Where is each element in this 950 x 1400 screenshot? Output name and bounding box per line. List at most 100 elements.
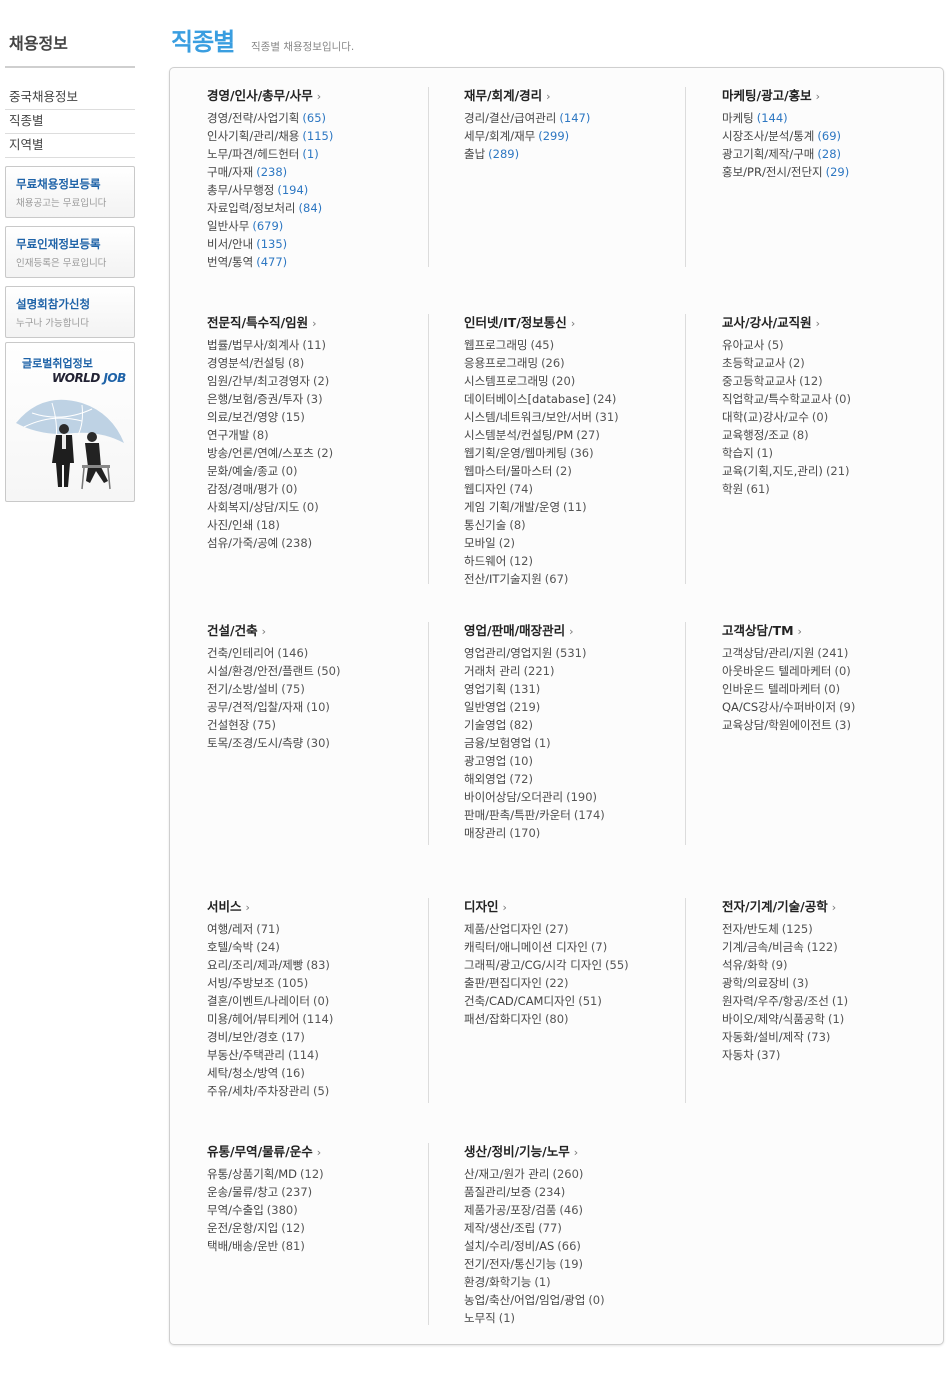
subcategory-link[interactable]: 영업관리/영업지원 (531) [464, 644, 685, 662]
subcategory-link[interactable]: 교육상담/학원에이전트 (3) [722, 716, 922, 734]
subcategory-link[interactable]: 농업/축산/어업/임업/광업 (0) [464, 1291, 686, 1309]
subcategory-link[interactable]: 법률/법무사/회계사 (11) [207, 336, 428, 354]
subcategory-link[interactable]: 인바운드 텔레마케터 (0) [722, 680, 922, 698]
subcategory-link[interactable]: 호텔/숙박 (24) [207, 938, 428, 956]
subcategory-link[interactable]: 모바일 (2) [464, 534, 685, 552]
category-heading[interactable]: 마케팅/광고/홍보 › [722, 87, 922, 109]
subcategory-link[interactable]: 경영분석/컨설팅 (8) [207, 354, 428, 372]
category-heading[interactable]: 전자/기계/기술/공학 › [722, 898, 922, 920]
category-heading[interactable]: 인터넷/IT/정보통신 › [464, 314, 685, 336]
category-heading[interactable]: 재무/회계/경리 › [464, 87, 685, 109]
world-job-banner[interactable]: 글로벌취업정보 WORLD JOB [5, 342, 135, 502]
category-heading[interactable]: 경영/인사/총무/사무 › [207, 87, 428, 109]
subcategory-link[interactable]: 시장조사/분석/통계 (69) [722, 127, 922, 145]
sidebar-item-by-occupation[interactable]: 직종별 [5, 110, 135, 134]
subcategory-link[interactable]: 대학(교)강사/교수 (0) [722, 408, 922, 426]
sidebar-item-by-region[interactable]: 지역별 [5, 134, 135, 158]
subcategory-link[interactable]: 자동차 (37) [722, 1046, 922, 1064]
subcategory-link[interactable]: 일반영업 (219) [464, 698, 685, 716]
subcategory-link[interactable]: 운전/운항/지입 (12) [207, 1219, 428, 1237]
subcategory-link[interactable]: 세무/회계/재무 (299) [464, 127, 685, 145]
category-heading[interactable]: 생산/정비/기능/노무 › [464, 1143, 686, 1165]
category-heading[interactable]: 디자인 › [464, 898, 685, 920]
subcategory-link[interactable]: 자료입력/정보처리 (84) [207, 199, 428, 217]
subcategory-link[interactable]: 초등학교교사 (2) [722, 354, 922, 372]
subcategory-link[interactable]: 석유/화학 (9) [722, 956, 922, 974]
subcategory-link[interactable]: 시스템분석/컨설팅/PM (27) [464, 426, 685, 444]
subcategory-link[interactable]: 유통/상품기획/MD (12) [207, 1165, 428, 1183]
subcategory-link[interactable]: 아웃바운드 텔레마케터 (0) [722, 662, 922, 680]
subcategory-link[interactable]: 구매/자재 (238) [207, 163, 428, 181]
subcategory-link[interactable]: 제품/산업디자인 (27) [464, 920, 685, 938]
subcategory-link[interactable]: 노무직 (1) [464, 1309, 686, 1327]
subcategory-link[interactable]: 판매/판촉/특판/카운터 (174) [464, 806, 685, 824]
subcategory-link[interactable]: 해외영업 (72) [464, 770, 685, 788]
subcategory-link[interactable]: 전산/IT기술지원 (67) [464, 570, 685, 588]
free-resume-register-button[interactable]: 무료인재정보등록 인재등록은 무료입니다 [5, 226, 135, 278]
subcategory-link[interactable]: 택배/배송/운반 (81) [207, 1237, 428, 1255]
subcategory-link[interactable]: 자동화/설비/제작 (73) [722, 1028, 922, 1046]
subcategory-link[interactable]: 중고등학교교사 (12) [722, 372, 922, 390]
subcategory-link[interactable]: 웹마스터/몰마스터 (2) [464, 462, 685, 480]
subcategory-link[interactable]: 건설현장 (75) [207, 716, 428, 734]
subcategory-link[interactable]: 주유/세차/주차장관리 (5) [207, 1082, 428, 1100]
subcategory-link[interactable]: 경비/보안/경호 (17) [207, 1028, 428, 1046]
subcategory-link[interactable]: 연구개발 (8) [207, 426, 428, 444]
subcategory-link[interactable]: 산/재고/원가 관리 (260) [464, 1165, 686, 1183]
subcategory-link[interactable]: 서빙/주방보조 (105) [207, 974, 428, 992]
subcategory-link[interactable]: 사진/인쇄 (18) [207, 516, 428, 534]
subcategory-link[interactable]: 시스템/네트워크/보안/서버 (31) [464, 408, 685, 426]
subcategory-link[interactable]: 전기/소방/설비 (75) [207, 680, 428, 698]
subcategory-link[interactable]: 출판/편집디자인 (22) [464, 974, 685, 992]
subcategory-link[interactable]: 학습지 (1) [722, 444, 922, 462]
category-heading[interactable]: 건설/건축 › [207, 622, 428, 644]
subcategory-link[interactable]: 경영/전략/사업기획 (65) [207, 109, 428, 127]
subcategory-link[interactable]: 환경/화학기능 (1) [464, 1273, 686, 1291]
subcategory-link[interactable]: 바이오/제약/식품공학 (1) [722, 1010, 922, 1028]
subcategory-link[interactable]: 사회복지/상담/지도 (0) [207, 498, 428, 516]
subcategory-link[interactable]: 패션/잡화디자인 (80) [464, 1010, 685, 1028]
seminar-signup-button[interactable]: 설명회참가신청 누구나 가능합니다 [5, 286, 135, 338]
subcategory-link[interactable]: 하드웨어 (12) [464, 552, 685, 570]
subcategory-link[interactable]: 시설/환경/안전/플랜트 (50) [207, 662, 428, 680]
subcategory-link[interactable]: 건축/CAD/CAM디자인 (51) [464, 992, 685, 1010]
subcategory-link[interactable]: 방송/언론/연예/스포츠 (2) [207, 444, 428, 462]
subcategory-link[interactable]: 건축/인테리어 (146) [207, 644, 428, 662]
subcategory-link[interactable]: 원자력/우주/항공/조선 (1) [722, 992, 922, 1010]
subcategory-link[interactable]: 제품가공/포장/검품 (46) [464, 1201, 686, 1219]
sidebar-item-china-jobs[interactable]: 중국채용정보 [5, 86, 135, 110]
category-heading[interactable]: 서비스 › [207, 898, 428, 920]
subcategory-link[interactable]: 섬유/가죽/공예 (238) [207, 534, 428, 552]
subcategory-link[interactable]: 무역/수출입 (380) [207, 1201, 428, 1219]
subcategory-link[interactable]: 비서/안내 (135) [207, 235, 428, 253]
category-heading[interactable]: 교사/강사/교직원 › [722, 314, 922, 336]
subcategory-link[interactable]: 기술영업 (82) [464, 716, 685, 734]
subcategory-link[interactable]: QA/CS강사/수퍼바이저 (9) [722, 698, 922, 716]
subcategory-link[interactable]: 전기/전자/통신기능 (19) [464, 1255, 686, 1273]
subcategory-link[interactable]: 응용프로그래밍 (26) [464, 354, 685, 372]
subcategory-link[interactable]: 기계/금속/비금속 (122) [722, 938, 922, 956]
subcategory-link[interactable]: 의료/보건/영양 (15) [207, 408, 428, 426]
free-job-post-button[interactable]: 무료채용정보등록 채용공고는 무료입니다 [5, 166, 135, 218]
category-heading[interactable]: 유통/무역/물류/운수 › [207, 1143, 428, 1165]
subcategory-link[interactable]: 제작/생산/조립 (77) [464, 1219, 686, 1237]
subcategory-link[interactable]: 결혼/이벤트/나레이터 (0) [207, 992, 428, 1010]
subcategory-link[interactable]: 홍보/PR/전시/전단지 (29) [722, 163, 922, 181]
subcategory-link[interactable]: 게임 기획/개발/운영 (11) [464, 498, 685, 516]
subcategory-link[interactable]: 설치/수리/정비/AS (66) [464, 1237, 686, 1255]
subcategory-link[interactable]: 경리/결산/급여관리 (147) [464, 109, 685, 127]
subcategory-link[interactable]: 웹디자인 (74) [464, 480, 685, 498]
subcategory-link[interactable]: 출납 (289) [464, 145, 685, 163]
subcategory-link[interactable]: 바이어상담/오더관리 (190) [464, 788, 685, 806]
subcategory-link[interactable]: 공무/견적/입찰/자재 (10) [207, 698, 428, 716]
subcategory-link[interactable]: 인사기획/관리/채용 (115) [207, 127, 428, 145]
subcategory-link[interactable]: 교육(기획,지도,관리) (21) [722, 462, 922, 480]
subcategory-link[interactable]: 노무/파견/헤드헌터 (1) [207, 145, 428, 163]
subcategory-link[interactable]: 임원/간부/최고경영자 (2) [207, 372, 428, 390]
subcategory-link[interactable]: 요리/조리/제과/제빵 (83) [207, 956, 428, 974]
subcategory-link[interactable]: 문화/예술/종교 (0) [207, 462, 428, 480]
subcategory-link[interactable]: 번역/통역 (477) [207, 253, 428, 271]
subcategory-link[interactable]: 데이터베이스[database] (24) [464, 390, 685, 408]
subcategory-link[interactable]: 웹프로그래밍 (45) [464, 336, 685, 354]
subcategory-link[interactable]: 시스템프로그래밍 (20) [464, 372, 685, 390]
